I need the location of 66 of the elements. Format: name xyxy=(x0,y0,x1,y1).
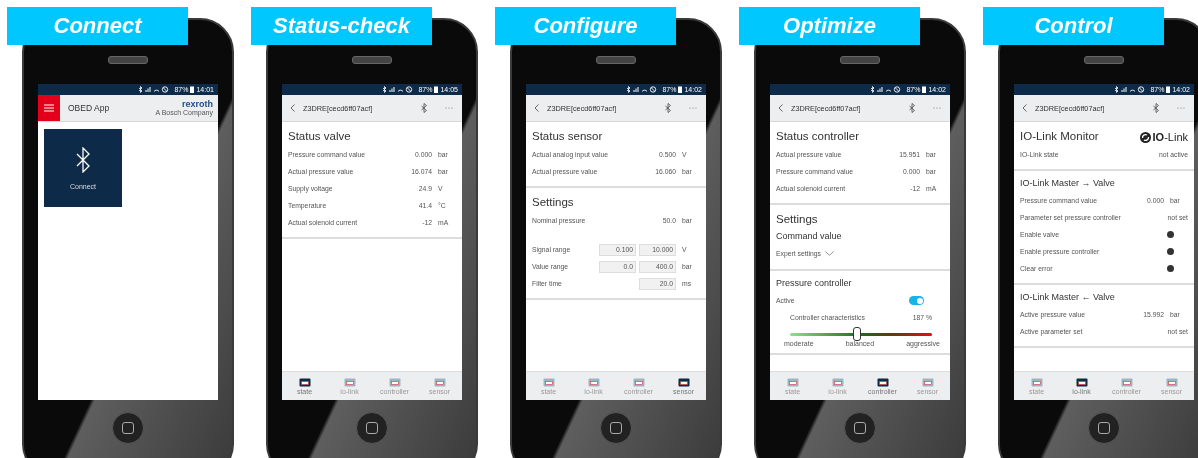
brand-logo: rexroth xyxy=(182,99,213,109)
speaker-slot xyxy=(840,56,880,64)
section-heading: Status controller xyxy=(776,129,861,144)
io-link-logo-icon xyxy=(1139,131,1151,143)
section-heading: Settings xyxy=(532,195,575,210)
battery-icon xyxy=(922,86,927,93)
device-icon xyxy=(1075,377,1088,387)
app-title: OBED App xyxy=(68,103,111,113)
indicator-dot xyxy=(1167,248,1174,255)
io-link-logo: IO-Link xyxy=(1152,131,1188,143)
section-heading: Settings xyxy=(776,212,819,227)
speaker-slot xyxy=(1084,56,1124,64)
device-icon xyxy=(677,377,690,387)
indicator-dot xyxy=(1167,265,1174,272)
battery-icon xyxy=(678,86,683,93)
battery-icon xyxy=(1166,86,1171,93)
battery-icon xyxy=(190,86,195,93)
home-button[interactable] xyxy=(112,412,144,444)
step-banner: Connect xyxy=(7,7,188,45)
indicator-dot xyxy=(1167,231,1174,238)
step-banner: Status-check xyxy=(251,7,432,45)
back-icon xyxy=(290,104,295,112)
speaker-slot xyxy=(352,56,392,64)
section-heading: IO-Link Master → Valve xyxy=(1020,177,1116,190)
device-icon xyxy=(587,377,600,387)
home-button[interactable] xyxy=(600,412,632,444)
section-heading: IO-Link Master ← Valve xyxy=(1020,291,1116,304)
bluetooth-icon xyxy=(1153,103,1159,113)
home-button[interactable] xyxy=(1088,412,1120,444)
device-icon xyxy=(831,377,844,387)
menu-icon xyxy=(44,104,54,112)
device-icon xyxy=(433,377,446,387)
back-icon xyxy=(778,104,783,112)
section-heading: Status sensor xyxy=(532,129,604,144)
device-icon xyxy=(632,377,645,387)
bluetooth-icon xyxy=(909,103,915,113)
back-icon xyxy=(1022,104,1027,112)
home-button[interactable] xyxy=(356,412,388,444)
step-banner: Configure xyxy=(495,7,676,45)
device-icon xyxy=(1120,377,1133,387)
bluetooth-icon xyxy=(76,146,90,173)
step-banner: Optimize xyxy=(739,7,920,45)
back-icon xyxy=(534,104,539,112)
section-heading: IO-Link Monitor xyxy=(1020,129,1099,144)
battery-icon xyxy=(434,86,439,93)
device-icon xyxy=(786,377,799,387)
section-heading: Pressure controller xyxy=(776,277,853,290)
device-icon xyxy=(876,377,889,387)
slider-thumb[interactable] xyxy=(852,327,861,341)
device-icon xyxy=(298,377,311,387)
section-heading: Status valve xyxy=(288,129,352,144)
subheading: Command value xyxy=(776,230,843,243)
bluetooth-icon xyxy=(665,103,671,113)
home-button[interactable] xyxy=(844,412,876,444)
device-icon xyxy=(542,377,555,387)
toggle-switch[interactable] xyxy=(909,296,924,305)
speaker-slot xyxy=(108,56,148,64)
device-icon xyxy=(1165,377,1178,387)
device-icon xyxy=(388,377,401,387)
speaker-slot xyxy=(596,56,636,64)
device-icon xyxy=(343,377,356,387)
chevron-down-icon xyxy=(824,250,834,256)
step-banner: Control xyxy=(983,7,1164,45)
device-icon xyxy=(921,377,934,387)
device-icon xyxy=(1030,377,1043,387)
bluetooth-icon xyxy=(421,103,427,113)
